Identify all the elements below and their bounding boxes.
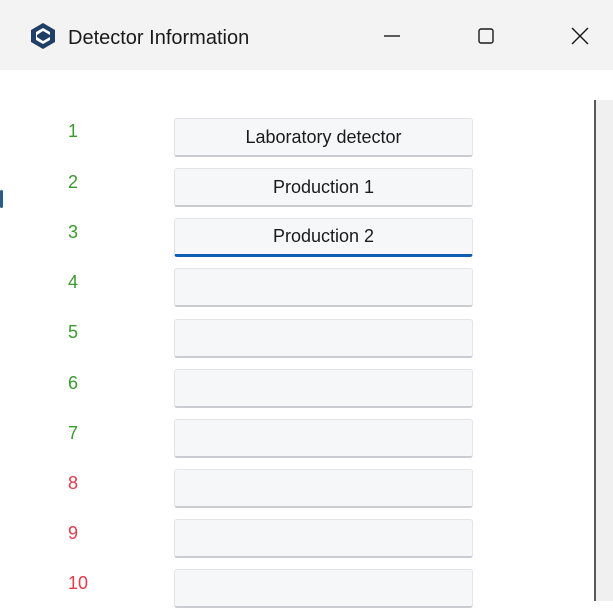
- minimize-icon: [384, 35, 400, 37]
- detector-button[interactable]: [174, 268, 473, 307]
- close-icon: [571, 27, 589, 45]
- detector-number: 8: [68, 473, 79, 493]
- detector-number: 5: [68, 322, 79, 342]
- maximize-button[interactable]: [458, 16, 514, 56]
- detector-number: 6: [68, 373, 79, 393]
- detector-button[interactable]: [174, 519, 473, 558]
- window-title: Detector Information: [68, 27, 250, 49]
- detector-number: 4: [68, 272, 79, 292]
- detector-number: 9: [68, 523, 79, 543]
- detector-button[interactable]: Production 1: [174, 168, 473, 207]
- app-logo-icon: [31, 23, 55, 49]
- title-bar: Detector Information: [0, 0, 613, 70]
- edge-marker: [0, 190, 3, 208]
- vertical-scrollbar[interactable]: [594, 100, 613, 601]
- minimize-button[interactable]: [364, 16, 420, 56]
- maximize-icon: [478, 28, 494, 44]
- detector-button[interactable]: [174, 369, 473, 408]
- detector-button[interactable]: [174, 319, 473, 358]
- detector-number: 10: [68, 573, 89, 593]
- detector-button[interactable]: Laboratory detector: [174, 118, 473, 157]
- detector-number: 2: [68, 172, 79, 192]
- detector-button[interactable]: [174, 469, 473, 508]
- detector-number: 7: [68, 423, 79, 443]
- detector-button[interactable]: [174, 569, 473, 608]
- detector-number: 1: [68, 121, 79, 141]
- detector-button[interactable]: Production 2: [174, 218, 473, 257]
- detector-number: 3: [68, 222, 79, 242]
- detector-button[interactable]: [174, 419, 473, 458]
- close-button[interactable]: [552, 16, 608, 56]
